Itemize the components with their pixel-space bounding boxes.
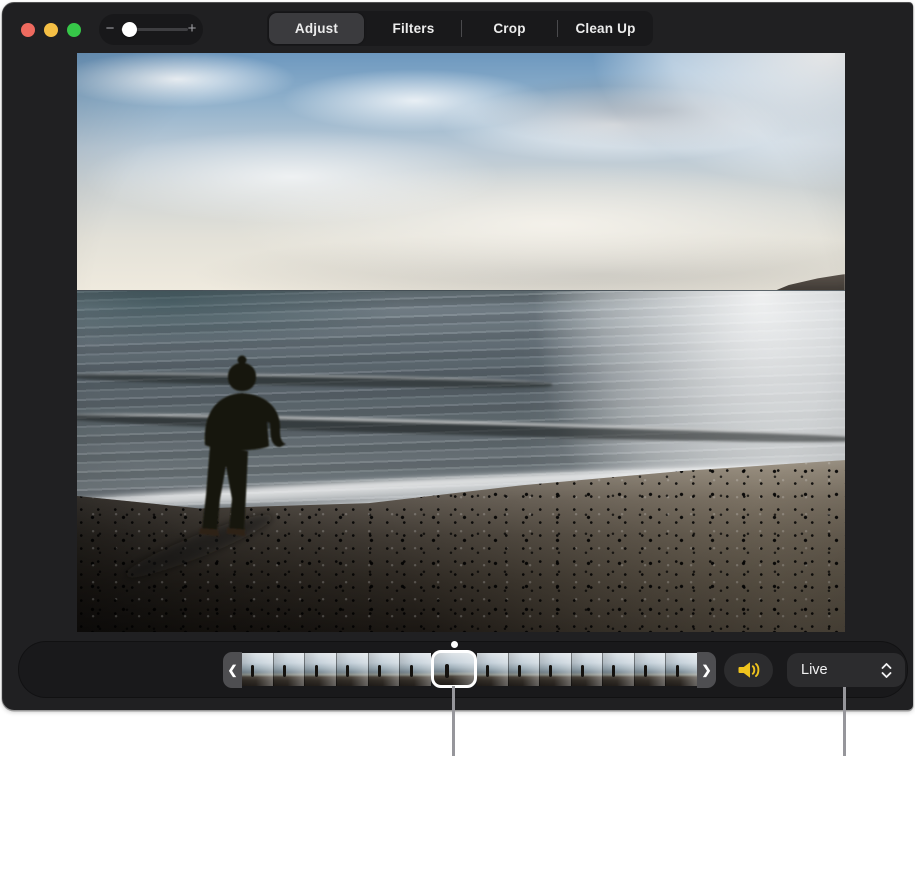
maximize-button[interactable] xyxy=(67,23,81,37)
thumbnail-figure xyxy=(676,665,679,677)
frame-thumbnail[interactable] xyxy=(274,653,306,686)
frame-thumbnail[interactable] xyxy=(400,653,431,686)
photo-canvas[interactable] xyxy=(77,53,845,632)
key-photo-dot xyxy=(451,641,458,648)
thumbnail-figure xyxy=(581,665,584,677)
tab-crop[interactable]: Crop xyxy=(462,11,557,46)
zoom-in-icon[interactable]: + xyxy=(184,14,200,45)
thumbnail-figure xyxy=(549,665,552,677)
frame-thumbnail[interactable] xyxy=(477,653,509,686)
tab-adjust[interactable]: Adjust xyxy=(269,13,364,44)
page: { "window": { "traffic_lights": { "close… xyxy=(0,0,915,883)
titlebar: − + AdjustFiltersCropClean Up xyxy=(2,2,913,50)
live-mode-dropdown[interactable]: Live xyxy=(787,653,905,687)
zoom-slider-knob[interactable] xyxy=(122,22,137,37)
thumbnail-figure xyxy=(612,665,615,677)
frame-thumbnail[interactable] xyxy=(242,653,274,686)
trim-handle-right[interactable]: ❯ xyxy=(697,652,716,688)
frame-thumbnail[interactable] xyxy=(305,653,337,686)
callout-line-live xyxy=(843,687,846,756)
frame-thumbnail[interactable] xyxy=(369,653,401,686)
thumbnail-figure xyxy=(378,665,381,677)
minimize-button[interactable] xyxy=(44,23,58,37)
thumbnail-figure xyxy=(410,665,413,677)
tab-filters[interactable]: Filters xyxy=(366,11,461,46)
frame-thumbnail[interactable] xyxy=(572,653,604,686)
thumbnail-figure xyxy=(315,665,318,677)
frame-strip-before xyxy=(242,653,431,686)
frame-thumbnail[interactable] xyxy=(337,653,369,686)
close-button[interactable] xyxy=(21,23,35,37)
frame-thumbnail[interactable] xyxy=(635,653,667,686)
frame-thumbnail[interactable] xyxy=(666,653,697,686)
thumbnail-figure xyxy=(283,665,286,677)
frame-thumbnail[interactable] xyxy=(540,653,572,686)
chevron-up-down-icon xyxy=(880,662,893,679)
zoom-slider[interactable]: − + xyxy=(99,14,203,45)
selected-frame-handle[interactable] xyxy=(431,650,477,688)
person-silhouette xyxy=(107,303,387,593)
thumbnail-figure xyxy=(486,665,489,677)
thumbnail-figure xyxy=(251,665,254,677)
tab-clean-up[interactable]: Clean Up xyxy=(558,11,653,46)
frame-strip-after xyxy=(477,653,697,686)
thumbnail-figure xyxy=(644,665,647,677)
photo-sky xyxy=(77,53,845,291)
callout-line-frame xyxy=(452,686,455,756)
speaker-icon xyxy=(736,660,762,680)
thumbnail-figure xyxy=(445,664,449,678)
frame-thumbnail[interactable] xyxy=(509,653,541,686)
edit-mode-tabs: AdjustFiltersCropClean Up xyxy=(267,11,653,46)
photos-edit-window: − + AdjustFiltersCropClean Up xyxy=(2,2,913,710)
frame-thumbnail[interactable] xyxy=(603,653,635,686)
live-mode-label: Live xyxy=(801,662,828,678)
thumbnail-figure xyxy=(518,665,521,677)
audio-toggle-button[interactable] xyxy=(724,653,773,687)
zoom-out-icon[interactable]: − xyxy=(102,14,118,45)
thumbnail-figure xyxy=(346,665,349,677)
trim-handle-left[interactable]: ❮ xyxy=(223,652,242,688)
